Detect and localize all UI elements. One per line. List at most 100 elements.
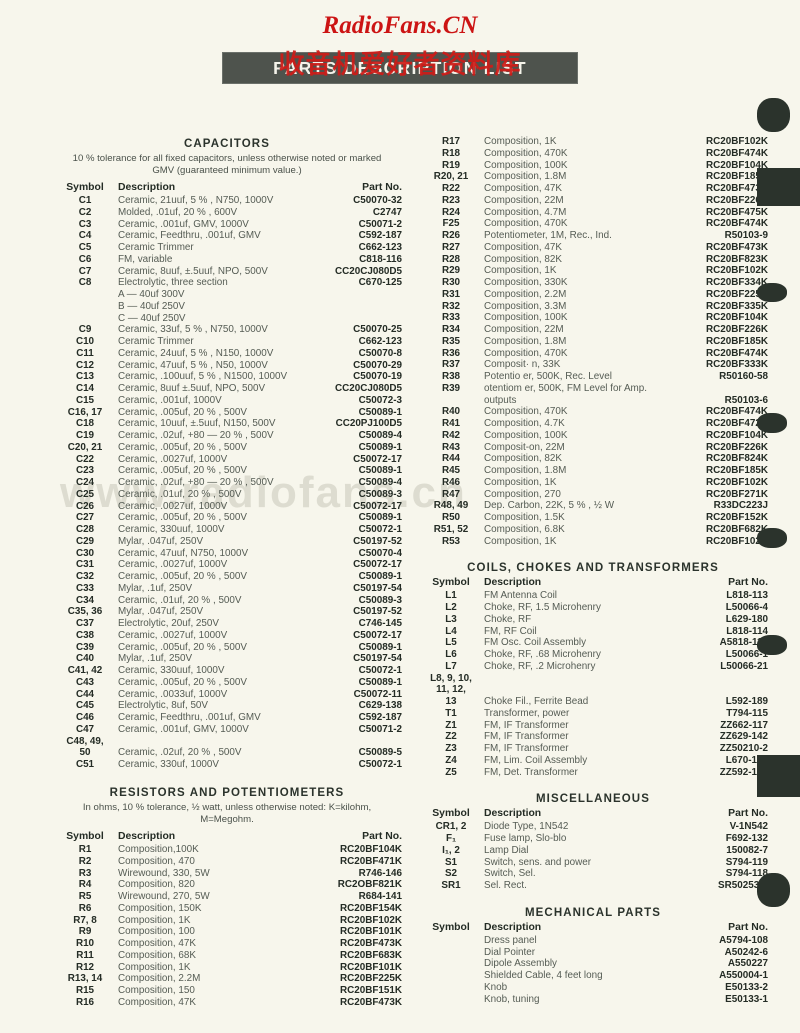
part-symbol: R4 <box>78 879 92 891</box>
part-number <box>680 383 768 395</box>
part-description: Wirewound, 330, 5W <box>118 867 210 879</box>
part-symbol: R12 <box>75 961 95 973</box>
table-row: C51 Ceramic, 330uf, 1000V C50072-1 <box>52 759 402 771</box>
part-number: A50242-6 <box>724 946 768 958</box>
table-row: R44 Composition, 82K RC20BF824K <box>418 453 768 465</box>
part-number: L50066-4 <box>725 602 768 613</box>
part-description: Composit-on, 22M <box>484 441 565 453</box>
section-title: COILS, CHOKES AND TRANSFORMERS <box>467 562 719 575</box>
part-symbol: C41, 42 <box>67 665 103 677</box>
part-symbol: 11, 12, <box>436 684 466 696</box>
part-number: CC20CJ080D5 <box>335 265 402 277</box>
part-symbol: C34 <box>75 594 95 606</box>
table-row: R15 Composition, 150 RC20BF151K <box>52 985 402 997</box>
part-symbol: R43 <box>441 441 461 453</box>
part-description: Composition, 150K <box>118 902 202 914</box>
part-symbol: SR1 <box>441 880 461 891</box>
table-row: C18 Ceramic, 10uuf, ±.5uuf, N150, 500V CC2… <box>52 418 402 430</box>
part-symbol: C30 <box>75 547 95 559</box>
part-description: Composition, 1K <box>484 136 557 147</box>
table-row: C20, 21 Ceramic, .005uf, 20 % , 500V C5008… <box>52 442 402 454</box>
part-number: C50089-1 <box>358 641 402 653</box>
part-number: L592-189 <box>725 696 768 707</box>
part-description: Ceramic, 330uf, 1000V <box>118 759 220 771</box>
part-description: Ceramic, .005uf, 20 % , 500V <box>118 512 247 524</box>
symbol-header: Symbol <box>66 182 104 194</box>
part-number: C50072-1 <box>358 759 402 771</box>
table-row: R33 Composition, 100K RC20BF104K <box>418 312 768 324</box>
part-description: Potentiometer, 1M, Rec., Ind. <box>484 230 612 241</box>
part-description: Choke, RF <box>484 613 532 625</box>
part-no-header: Part No. <box>728 808 768 820</box>
table-row: C31 Ceramic, .0027uf, 1000V C50072-17 <box>52 559 402 571</box>
part-symbol: R2 <box>78 855 92 867</box>
part-description: Composition, 47K <box>484 241 562 253</box>
part-symbol: R48, 49 <box>433 500 469 512</box>
part-symbol: C51 <box>75 759 95 771</box>
part-description: Ceramic, 33uf, 5 % , N750, 1000V <box>118 324 268 336</box>
table-row: R32 Composition, 3.3M RC20BF335K <box>418 301 768 313</box>
part-number: C50072-17 <box>353 453 402 465</box>
table-row: C24 Ceramic, .02uf, +80 — 20 % , 500V C500… <box>52 477 402 489</box>
part-number: R684-141 <box>358 891 402 903</box>
section-note: In ohms, 10 % tolerance, ½ watt, unless … <box>82 801 372 825</box>
part-description: A — 40uf 300V <box>118 289 185 301</box>
part-number: RC2OBF821K <box>337 879 402 891</box>
part-symbol: C23 <box>75 465 95 477</box>
part-number <box>314 736 402 748</box>
part-number: C50089-1 <box>358 512 402 524</box>
table-row: R27 Composition, 47K RC20BF473K <box>418 242 768 254</box>
part-description: FM, Lim. Coil Assembly <box>484 754 588 766</box>
part-number: RC20BF474K <box>705 347 768 359</box>
table-row: L4 FM, RF Coil L818-114 <box>418 626 768 638</box>
part-description: FM, IF Transformer <box>484 719 569 731</box>
part-description <box>484 684 680 696</box>
table-row: R29 Composition, 1K RC20BF102K <box>418 265 768 277</box>
part-number: A550004-1 <box>719 970 768 981</box>
part-number: RC20BF154K <box>339 902 402 914</box>
part-number: C50071-2 <box>358 218 402 230</box>
table-row: R31 Composition, 2.2M RC20BF225K <box>418 289 768 301</box>
part-description: Composition, 820 <box>118 879 195 891</box>
part-number: RC20BF335K <box>705 300 768 312</box>
part-number: C50072-17 <box>353 559 402 571</box>
part-number: C592-187 <box>358 230 402 242</box>
section-title: MECHANICAL PARTS <box>524 906 661 919</box>
table-row: C — 40uf 250V <box>52 313 402 325</box>
part-symbol: C26 <box>75 500 95 512</box>
table-row: C47 Ceramic, .001uf, GMV, 1000V C50071-2 <box>52 724 402 736</box>
table-row: Dial Pointer A50242-6 <box>418 947 768 959</box>
part-number: RC20BF102K <box>705 476 768 488</box>
part-number: RC20BF225K <box>339 973 402 985</box>
part-number: C50089-5 <box>358 747 402 759</box>
edge-mark <box>757 283 787 302</box>
symbol-header: Symbol <box>432 921 470 933</box>
part-symbol: R45 <box>441 465 461 476</box>
part-description: Mylar, .1uf, 250V <box>118 653 193 665</box>
part-number: RC20BF226K <box>705 324 768 335</box>
part-symbol: C43 <box>75 676 95 688</box>
part-number: RC20BF333K <box>705 359 768 371</box>
part-symbol: R30 <box>441 277 461 288</box>
table-row: SR1 Sel. Rect. SR50253-2 <box>418 880 768 892</box>
part-symbol: 50 <box>79 747 91 759</box>
part-number: C50089-4 <box>358 430 402 442</box>
part-no-header: Part No. <box>728 921 768 933</box>
part-symbol: C25 <box>75 488 95 500</box>
part-description: Potentio er, 500K, Rec. Level <box>484 371 612 382</box>
part-description: Mylar, .047uf, 250V <box>118 606 204 618</box>
table-row: R39 otentiom er, 500K, FM Level for Amp. <box>418 383 768 395</box>
part-number: C50089-1 <box>358 676 402 688</box>
part-symbol: R44 <box>441 453 461 465</box>
part-symbol: C10 <box>75 336 95 348</box>
edge-mark <box>757 413 787 433</box>
table-row: C41, 42 Ceramic, 330uuf, 1000V C50072-1 <box>52 665 402 677</box>
part-number: RC20BF824K <box>705 453 768 465</box>
part-number: ZZ629-142 <box>719 731 768 743</box>
part-symbol: C5 <box>78 242 92 254</box>
part-symbol: C6 <box>78 253 92 265</box>
part-description: outputs <box>484 394 517 406</box>
part-description: Ceramic, .100uuf, 5 % , N1500, 1000V <box>118 371 288 383</box>
table-row: C32 Ceramic, .005uf, 20 % , 500V C50089-1 <box>52 571 402 583</box>
part-number: C818-116 <box>359 253 402 265</box>
